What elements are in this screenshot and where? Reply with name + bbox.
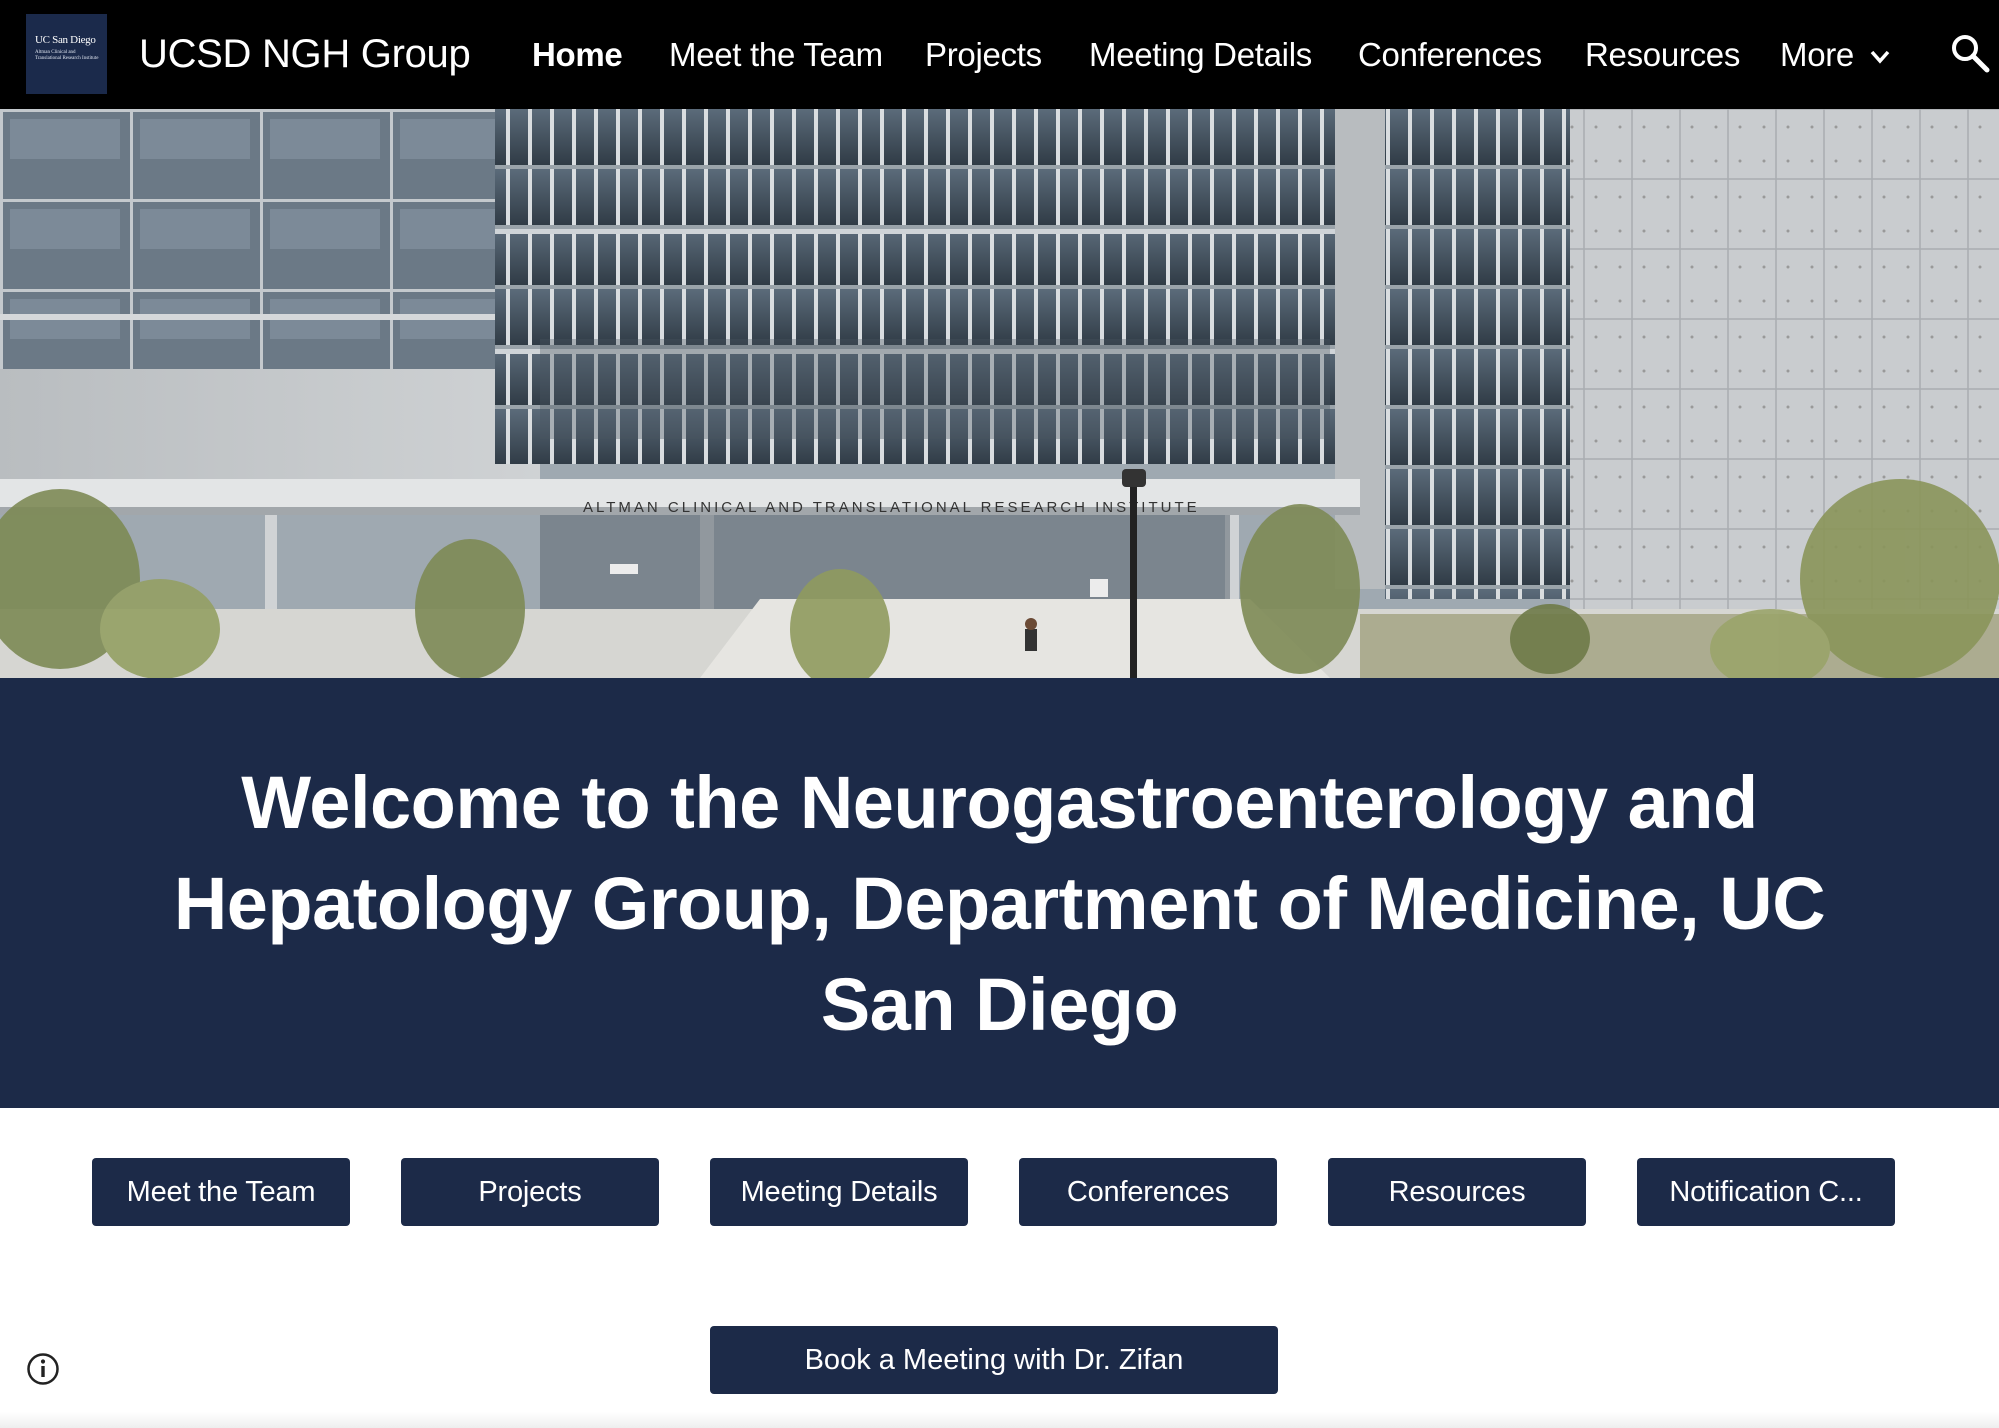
button-resources[interactable]: Resources <box>1328 1158 1586 1226</box>
site-logo[interactable]: UC San Diego Altman Clinical and Transla… <box>26 14 107 94</box>
button-conferences[interactable]: Conferences <box>1019 1158 1277 1226</box>
info-icon[interactable] <box>26 1352 60 1386</box>
page-bottom-edge <box>0 1412 1999 1428</box>
nav-more[interactable]: More <box>1780 33 1854 77</box>
button-meeting-details[interactable]: Meeting Details <box>710 1158 968 1226</box>
nav-projects[interactable]: Projects <box>925 33 1042 77</box>
building-sign: ALTMAN CLINICAL AND TRANSLATIONAL RESEAR… <box>583 499 1200 516</box>
nav-meeting-details[interactable]: Meeting Details <box>1089 33 1312 77</box>
welcome-banner: Welcome to the Neurogastroenterology and… <box>0 678 1999 1108</box>
logo-text: UC San Diego <box>35 34 96 46</box>
nav-resources[interactable]: Resources <box>1585 33 1740 77</box>
book-meeting-button[interactable]: Book a Meeting with Dr. Zifan <box>710 1326 1278 1394</box>
building-illustration: ALTMAN CLINICAL AND TRANSLATIONAL RESEAR… <box>0 109 1999 678</box>
nav-conferences[interactable]: Conferences <box>1358 33 1542 77</box>
welcome-heading: Welcome to the Neurogastroenterology and… <box>173 761 1826 1046</box>
hero-image: ALTMAN CLINICAL AND TRANSLATIONAL RESEAR… <box>0 109 1999 678</box>
nav-meet-the-team[interactable]: Meet the Team <box>669 33 883 77</box>
button-projects[interactable]: Projects <box>401 1158 659 1226</box>
button-notification[interactable]: Notification C... <box>1637 1158 1895 1226</box>
top-bar: UC San Diego Altman Clinical and Transla… <box>0 0 1999 109</box>
site-title[interactable]: UCSD NGH Group <box>139 28 471 80</box>
search-icon[interactable] <box>1950 33 1990 73</box>
chevron-down-icon[interactable] <box>1870 50 1890 64</box>
button-meet-the-team[interactable]: Meet the Team <box>92 1158 350 1226</box>
nav-home[interactable]: Home <box>532 33 623 77</box>
logo-subtext: Altman Clinical and Translational Resear… <box>35 50 99 61</box>
